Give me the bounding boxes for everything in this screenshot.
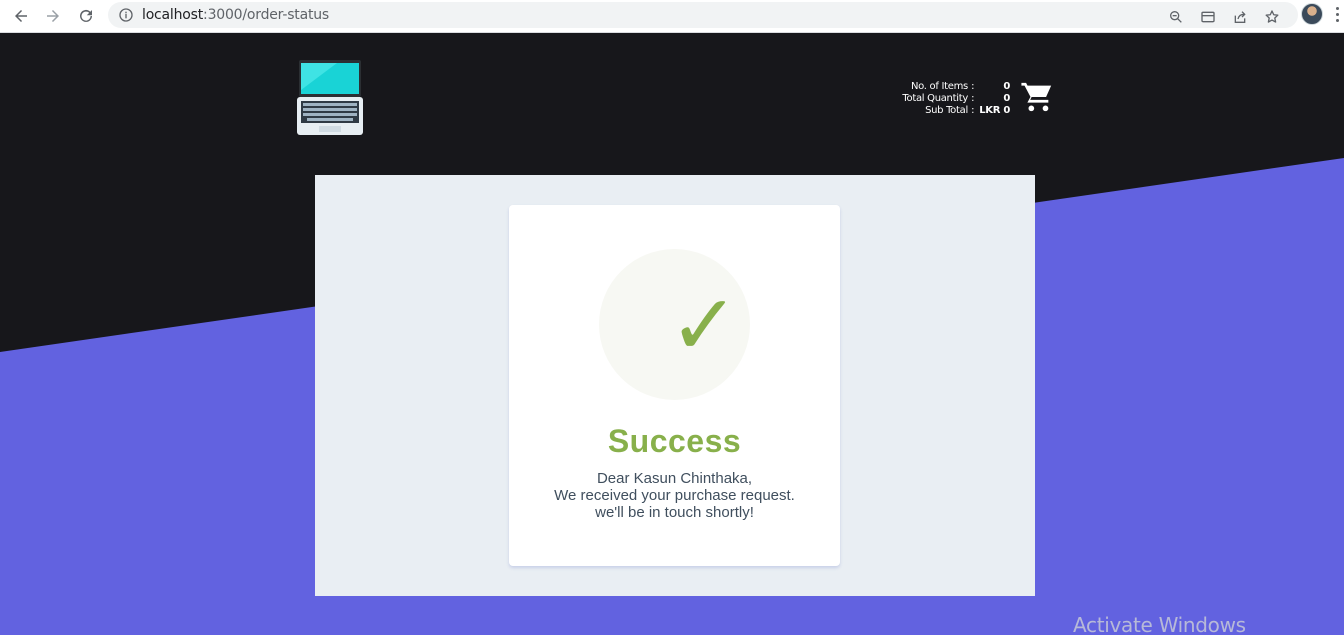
summary-row-quantity: Total Quantity : 0 [880,93,1010,105]
arrow-right-icon [47,10,59,22]
url-host: localhost [142,7,204,23]
browser-toolbar: localhost:3000/order-status [0,0,1344,33]
order-status-panel: ✓ Success Dear Kasun Chinthaka, We recei… [315,175,1035,596]
share-icon [1234,11,1246,23]
summary-row-items: No. of Items : 0 [880,81,1010,93]
arrow-left-icon [15,10,27,22]
success-card: ✓ Success Dear Kasun Chinthaka, We recei… [509,205,840,566]
message-body: We received your purchase request. [554,487,795,504]
menu-icon[interactable] [1336,7,1340,25]
tab-search-button[interactable] [1198,7,1218,27]
profile-avatar[interactable] [1301,3,1323,25]
summary-value: 0 [1003,81,1010,92]
address-bar[interactable]: localhost:3000/order-status [108,2,1298,28]
summary-label: Sub Total [925,105,968,116]
summary-row-subtotal: Sub Total : LKR 0 [880,105,1010,117]
summary-value: LKR 0 [979,105,1010,116]
laptop-icon [297,60,363,135]
url-text: localhost:3000/order-status [142,7,329,23]
check-circle: ✓ [599,249,750,400]
success-title: Success [607,423,742,459]
card-icon [1201,11,1215,23]
bookmark-button[interactable] [1262,7,1282,27]
cart-summary: No. of Items : 0 Total Quantity : 0 Sub … [880,81,1010,117]
star-icon [1265,10,1279,23]
summary-colon: : [971,105,975,116]
page: No. of Items : 0 Total Quantity : 0 Sub … [0,33,1344,635]
summary-label: No. of Items [910,81,968,92]
summary-colon: : [971,93,975,104]
info-icon[interactable] [118,7,134,23]
reload-icon [80,9,92,22]
message-greeting: Dear Kasun Chinthaka, [596,470,753,487]
checkmark-icon: ✓ [669,276,740,374]
shopping-cart-icon[interactable] [1020,80,1054,114]
success-message: Dear Kasun Chinthaka, We received your p… [509,470,840,521]
forward-button[interactable] [41,4,65,28]
summary-label: Total Quantity [902,93,968,104]
back-button[interactable] [9,4,33,28]
share-button[interactable] [1230,7,1250,27]
zoom-button[interactable] [1166,7,1186,27]
summary-colon: : [971,81,975,92]
reload-button[interactable] [74,4,98,28]
zoom-icon [1170,11,1182,23]
activate-windows-watermark: Activate Windows [1073,613,1246,635]
summary-value: 0 [1003,93,1010,104]
url-path: :3000/order-status [203,7,330,23]
message-closing: we'll be in touch shortly! [595,504,754,521]
